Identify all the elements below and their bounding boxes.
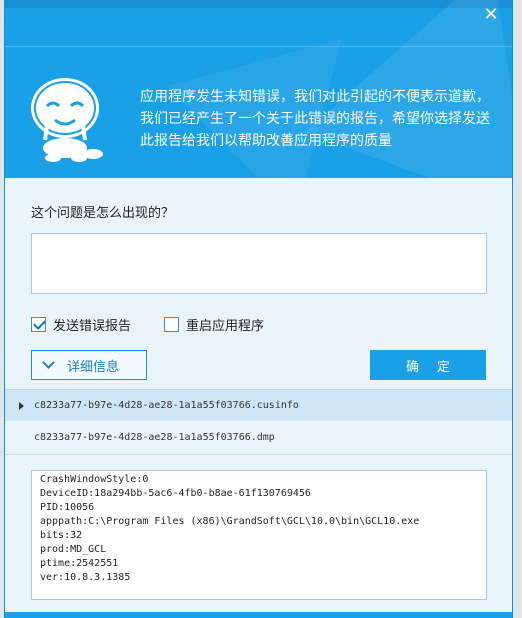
report-file-list: c8233a77-b97e-4d28-ae28-1a1a55f03766.cus… [5,389,512,452]
chevron-down-icon [42,356,55,369]
log-line: prod:MD_GCL [40,544,107,555]
send-report-checkbox[interactable]: 发送错误报告 [31,315,131,334]
report-details-view[interactable]: CrashWindowStyle:0 DeviceID:18a294bb-5ac… [31,470,487,600]
ok-button[interactable]: 确定 [370,350,486,380]
send-report-checkbox-box[interactable] [31,317,46,332]
log-line: CrashWindowStyle:0 [40,474,149,485]
log-line: ptime:2542551 [40,558,119,569]
log-line: apppath:C:\Program Files (x86)\GrandSoft… [40,516,420,527]
log-line: DeviceID:18a294bb-5ac6-4fb0-b8ae-61f1307… [40,488,311,499]
log-line: ver:10.8.3.1385 [40,572,131,583]
dialog-content: 这个问题是怎么出现的？ 发送错误报告 重启应用程序 详细信息 确定 c8233a… [5,178,512,618]
dialog-header: ✕ 应用程序发生未知错误，我们对此引起的不便表示道歉，我们已经产生了一个关于此错… [5,0,512,178]
error-message: 应用程序发生未知错误，我们对此引起的不便表示道歉，我们已经产生了一个关于此错误的… [140,89,490,149]
error-report-dialog: ✕ 应用程序发生未知错误，我们对此引起的不便表示道歉，我们已经产生了一个关于此错… [4,0,513,618]
header-divider [5,46,512,47]
details-button[interactable]: 详细信息 [31,350,147,380]
expand-arrow-icon [19,401,24,410]
restart-app-checkbox-box[interactable] [164,317,179,332]
file-name: c8233a77-b97e-4d28-ae28-1a1a55f03766.dmp [34,431,275,443]
restart-app-label: 重启应用程序 [186,319,265,334]
restart-app-checkbox[interactable]: 重启应用程序 [164,315,264,334]
log-line: bits:32 [40,530,83,541]
file-row[interactable]: c8233a77-b97e-4d28-ae28-1a1a55f03766.dmp [5,421,512,453]
question-label: 这个问题是怎么出现的？ [31,206,175,221]
log-line: PID:10056 [40,502,95,513]
problem-description-input[interactable] [31,233,487,294]
send-report-label: 发送错误报告 [53,319,132,334]
file-row[interactable]: c8233a77-b97e-4d28-ae28-1a1a55f03766.cus… [5,389,512,421]
dialog-bottom-border [5,612,512,618]
crying-mascot-icon [31,78,103,162]
close-button[interactable]: ✕ [482,6,500,24]
details-button-label: 详细信息 [67,359,120,375]
list-divider [5,454,512,455]
file-name: c8233a77-b97e-4d28-ae28-1a1a55f03766.cus… [34,400,299,411]
